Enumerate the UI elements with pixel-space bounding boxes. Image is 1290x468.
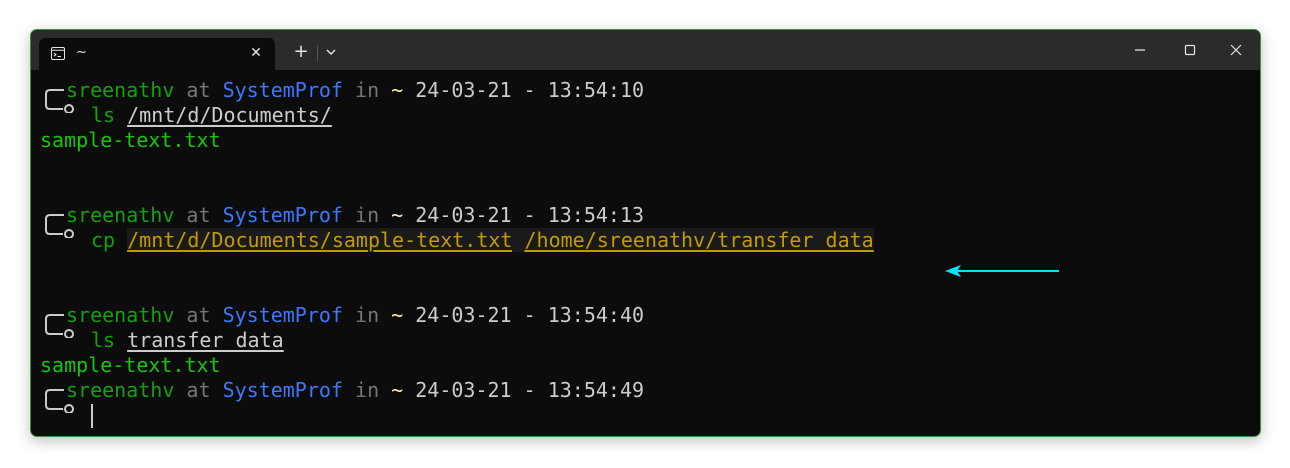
tab-close-button[interactable]: ✕	[247, 44, 265, 62]
terminal-tab[interactable]: ~ ✕	[39, 38, 275, 70]
command: ls	[91, 328, 116, 352]
command-arg: /mnt/d/Documents/	[127, 103, 332, 127]
close-icon[interactable]	[1225, 40, 1247, 60]
chevron-down-icon[interactable]	[323, 43, 339, 61]
maximize-icon[interactable]	[1179, 40, 1201, 60]
in-label: in	[355, 78, 380, 102]
user-name: sreenathv	[66, 203, 175, 227]
user-name: sreenathv	[66, 78, 175, 102]
user-name: sreenathv	[66, 303, 175, 327]
at-label: at	[186, 78, 211, 102]
command-line: ls transfer_data	[40, 328, 284, 352]
at-label: at	[186, 378, 211, 402]
command-line: ls /mnt/d/Documents/	[40, 103, 332, 127]
command-output: sample-text.txt	[40, 128, 221, 152]
command-arg-source: /mnt/d/Documents/sample-text.txt	[127, 228, 513, 252]
user-name: sreenathv	[66, 378, 175, 402]
terminal-window: ~ ✕ + sreenathv at SystemProf in ~ 24-03…	[30, 29, 1261, 437]
current-dir: ~	[391, 378, 404, 402]
minimize-icon[interactable]	[1129, 40, 1151, 60]
at-label: at	[186, 303, 211, 327]
command-arg: transfer_data	[127, 328, 284, 352]
in-label: in	[355, 203, 380, 227]
at-label: at	[186, 203, 211, 227]
prompt-header: sreenathv at SystemProf in ~ 24-03-21 - …	[40, 203, 644, 227]
in-label: in	[355, 378, 380, 402]
command-output: sample-text.txt	[40, 353, 221, 377]
host-name: SystemProf	[222, 378, 343, 402]
tab-title: ~	[76, 45, 87, 60]
current-dir: ~	[391, 78, 404, 102]
current-dir: ~	[391, 303, 404, 327]
terminal-icon	[51, 47, 65, 60]
command: ls	[91, 103, 116, 127]
timestamp: 24-03-21 - 13:54:49	[415, 378, 645, 402]
command-line: cp /mnt/d/Documents/sample-text.txt /hom…	[40, 228, 874, 252]
timestamp: 24-03-21 - 13:54:13	[415, 203, 645, 227]
timestamp: 24-03-21 - 13:54:10	[415, 78, 645, 102]
timestamp: 24-03-21 - 13:54:40	[415, 303, 645, 327]
host-name: SystemProf	[222, 203, 343, 227]
terminal-output[interactable]: sreenathv at SystemProf in ~ 24-03-21 - …	[31, 70, 1260, 436]
current-dir: ~	[391, 203, 404, 227]
host-name: SystemProf	[222, 78, 343, 102]
host-name: SystemProf	[222, 303, 343, 327]
prompt-header: sreenathv at SystemProf in ~ 24-03-21 - …	[40, 378, 644, 402]
text-cursor	[91, 404, 93, 428]
prompt-header: sreenathv at SystemProf in ~ 24-03-21 - …	[40, 303, 644, 327]
command-arg-destination: /home/sreenathv/transfer_data	[524, 228, 874, 252]
new-tab-button[interactable]: +	[291, 42, 311, 62]
arrow-left-icon	[945, 265, 1059, 277]
command: cp	[91, 228, 116, 252]
prompt-header: sreenathv at SystemProf in ~ 24-03-21 - …	[40, 78, 644, 102]
title-divider	[317, 45, 318, 61]
in-label: in	[355, 303, 380, 327]
title-bar: ~ ✕ +	[31, 30, 1260, 70]
